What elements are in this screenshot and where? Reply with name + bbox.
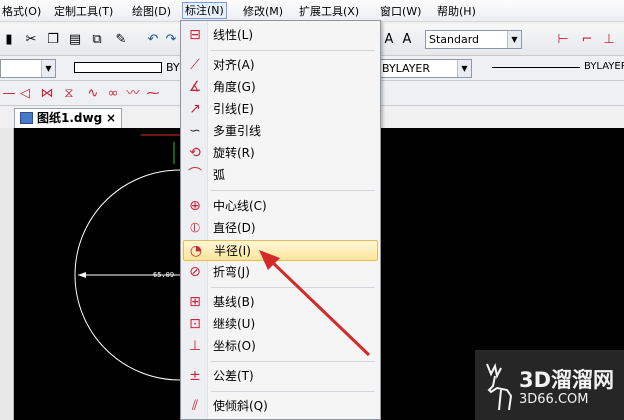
watermark: 3D溜溜网 3D66.COM xyxy=(475,350,624,420)
dimension-text: 65.09 xyxy=(153,271,175,279)
tool-bowtie-icon[interactable]: ⋈ xyxy=(38,85,56,103)
redo-icon[interactable]: ↷ xyxy=(162,31,180,49)
dim-linear-tool-icon[interactable]: ⊢ xyxy=(554,31,572,49)
menu-item-multileader[interactable]: ∽ 多重引线 xyxy=(183,121,378,142)
color-select[interactable]: ▼ xyxy=(0,59,56,78)
menu-bar: 格式(O) 定制工具(T) 绘图(D) 标注(N) 修改(M) 扩展工具(X) … xyxy=(0,0,624,22)
open-icon[interactable]: ▮ xyxy=(0,31,18,49)
dim-aligned-tool-icon[interactable]: ⌐ xyxy=(578,31,596,49)
linear-dim-icon: ⊟ xyxy=(189,27,201,43)
menu-item-rotated[interactable]: ⟲ 旋转(R) xyxy=(183,143,378,164)
chevron-down-icon: ▼ xyxy=(457,60,471,77)
deer-logo-icon xyxy=(486,362,513,411)
tool-misc-icon[interactable]: ⁓ xyxy=(144,85,162,103)
rotated-dim-icon: ⟲ xyxy=(189,145,201,161)
dim-ordinate-tool-icon[interactable]: ⊥ xyxy=(600,31,618,49)
menu-item-ordinate[interactable]: ⊥ 坐标(O) xyxy=(183,336,378,357)
arc-length-icon: ⌒ xyxy=(188,167,202,183)
tolerance-icon: ± xyxy=(189,368,201,384)
watermark-cn: 3D溜溜网 xyxy=(519,368,615,392)
chevron-down-icon: ▼ xyxy=(507,31,521,48)
text-style-value: Standard xyxy=(429,33,480,46)
drawing-file-icon xyxy=(20,112,33,124)
multileader-icon: ∽ xyxy=(189,123,201,139)
find-text-icon[interactable]: A xyxy=(398,31,416,49)
menu-window[interactable]: 窗口(W) xyxy=(378,3,423,20)
left-ruler xyxy=(0,128,14,420)
tab-drawing1[interactable]: 图纸1.dwg × xyxy=(14,108,122,128)
centerline-icon: ⊕ xyxy=(189,198,201,214)
menu-item-tolerance[interactable]: ± 公差(T) xyxy=(183,366,378,387)
menu-item-linear[interactable]: ⊟ 线性(L) xyxy=(183,25,378,46)
menu-item-centerline[interactable]: ⊕ 中心线(C) xyxy=(183,196,378,217)
layer-swatch xyxy=(74,62,162,73)
tool-wedge-icon[interactable]: ◁ xyxy=(16,85,34,103)
menu-item-leader[interactable]: ↗ 引线(E) xyxy=(183,99,378,120)
dimension-arrowhead xyxy=(78,272,86,278)
tool-spline-icon[interactable]: ∿ xyxy=(84,85,102,103)
leader-icon: ↗ xyxy=(189,101,201,117)
oblique-icon: ⫽ xyxy=(191,398,199,414)
menu-dimension[interactable]: 标注(N) xyxy=(182,2,227,19)
menu-separator xyxy=(211,287,375,288)
text-style-icon[interactable]: A xyxy=(380,31,398,49)
menu-help[interactable]: 帮助(H) xyxy=(435,3,478,20)
aligned-dim-icon: ⟋ xyxy=(190,57,200,73)
brush-icon[interactable]: ✎ xyxy=(112,31,130,49)
menu-item-jogged[interactable]: ⊘ 折弯(J) xyxy=(183,262,378,283)
linetype-select[interactable]: BYLAYER ▼ xyxy=(378,59,472,78)
tool-hourglass-icon[interactable]: ⧖ xyxy=(60,85,78,103)
layer-value: BY xyxy=(166,61,180,74)
menu-item-baseline[interactable]: ⊞ 基线(B) xyxy=(183,292,378,313)
continue-icon: ⊡ xyxy=(189,316,201,332)
ordinate-icon: ⊥ xyxy=(188,338,202,354)
tab-label: 图纸1.dwg xyxy=(37,111,103,125)
diameter-icon: ⦶ xyxy=(189,220,201,236)
dimension-menu: ⊟ 线性(L) ⟋ 对齐(A) ∡ 角度(G) ↗ 引线(E) ∽ 多重引线 ⟲… xyxy=(180,20,381,420)
paste-icon[interactable]: ▤ xyxy=(66,31,84,49)
tool-wave-icon[interactable]: ∞ xyxy=(104,85,122,103)
menu-item-oblique[interactable]: ⫽ 使倾斜(Q) xyxy=(183,396,378,417)
match-properties-icon[interactable]: ⧉ xyxy=(88,31,106,49)
menu-item-aligned[interactable]: ⟋ 对齐(A) xyxy=(183,55,378,76)
layer-select[interactable]: BY xyxy=(70,59,180,78)
jogged-icon: ⊘ xyxy=(189,264,201,280)
menu-item-arc[interactable]: ⌒ 弧 xyxy=(183,165,378,186)
radius-icon: ◔ xyxy=(189,243,203,259)
menu-item-angular[interactable]: ∡ 角度(G) xyxy=(183,77,378,98)
undo-icon[interactable]: ↶ xyxy=(144,31,162,49)
cut-icon[interactable]: ✂ xyxy=(22,31,40,49)
linetype-value: BYLAYER xyxy=(382,62,431,75)
lineweight-sample xyxy=(492,67,580,68)
menu-separator xyxy=(211,50,375,51)
text-style-select[interactable]: Standard ▼ xyxy=(425,30,522,49)
menu-extend-tools[interactable]: 扩展工具(X) xyxy=(297,3,361,20)
tool-curve-icon[interactable]: 〰 xyxy=(124,85,142,103)
close-icon[interactable]: × xyxy=(106,109,116,127)
lineweight-value[interactable]: BYLAYER xyxy=(584,61,624,72)
menu-modify[interactable]: 修改(M) xyxy=(241,3,285,20)
menu-item-radius[interactable]: ◔ 半径(I) xyxy=(183,240,378,261)
menu-item-continue[interactable]: ⊡ 继续(U) xyxy=(183,314,378,335)
menu-separator xyxy=(211,391,375,392)
menu-custom-tools[interactable]: 定制工具(T) xyxy=(52,3,115,20)
baseline-icon: ⊞ xyxy=(189,294,201,310)
copy-icon[interactable]: ❐ xyxy=(44,31,62,49)
chevron-down-icon: ▼ xyxy=(41,60,55,77)
menu-separator xyxy=(211,361,375,362)
menu-format[interactable]: 格式(O) xyxy=(0,3,43,20)
menu-draw[interactable]: 绘图(D) xyxy=(130,3,173,20)
menu-separator xyxy=(211,190,375,191)
angular-dim-icon: ∡ xyxy=(188,79,202,95)
menu-item-diameter[interactable]: ⦶ 直径(D) xyxy=(183,218,378,239)
watermark-en: 3D66.COM xyxy=(519,392,589,407)
